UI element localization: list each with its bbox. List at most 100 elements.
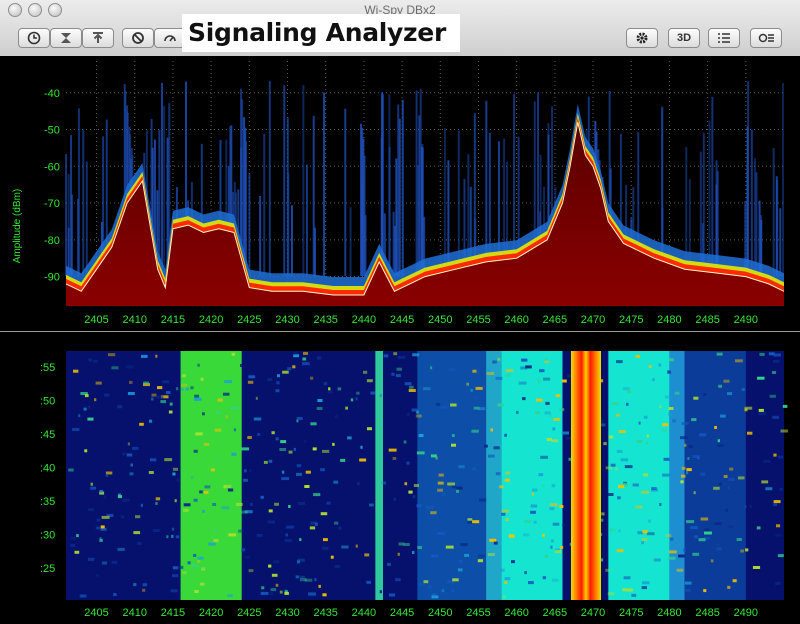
- waterfall-cell: [618, 529, 621, 533]
- waterfall-cell: [777, 554, 784, 558]
- x-tick-label: 2435: [313, 314, 337, 326]
- waterfall-cell: [700, 517, 709, 521]
- waterfall-cell: [616, 549, 624, 553]
- waterfall-cell: [288, 505, 291, 508]
- waterfall-cell: [553, 417, 561, 421]
- waterfall-cell: [172, 574, 179, 578]
- three-d-button[interactable]: 3D: [668, 28, 700, 48]
- waterfall-cell: [418, 582, 425, 586]
- waterfall-cell: [714, 522, 722, 526]
- waterfall-cell: [95, 526, 101, 530]
- waterfall-cell: [474, 396, 478, 400]
- gear-icon: [636, 32, 648, 44]
- waterfall-cell: [692, 455, 700, 459]
- y-tick-label: -60: [44, 161, 60, 173]
- waterfall-cell: [659, 503, 662, 506]
- waterfall-cell: [387, 562, 391, 566]
- export-button[interactable]: [82, 28, 114, 48]
- list-button[interactable]: [708, 28, 740, 48]
- stop-button[interactable]: [122, 28, 154, 48]
- waterfall-cell: [162, 380, 170, 384]
- waterfall-cell: [297, 502, 305, 505]
- waterfall-cell: [326, 501, 331, 505]
- waterfall-cell: [525, 365, 532, 369]
- waterfall-cell: [280, 440, 287, 444]
- waterfall-cell: [140, 503, 143, 507]
- waterfall-cell: [479, 498, 487, 502]
- waterfall-cell: [155, 497, 161, 501]
- waterfall-cell: [314, 522, 318, 526]
- waterfall-cell: [763, 459, 771, 463]
- waterfall-cell: [559, 505, 564, 508]
- settings-button[interactable]: [626, 28, 658, 48]
- waterfall-cell: [727, 486, 730, 490]
- waterfall-cell: [370, 391, 376, 395]
- waterfall-cell: [648, 519, 652, 523]
- waterfall-cell: [359, 458, 367, 462]
- adjust-icon: [758, 33, 774, 43]
- waterfall-cell: [725, 508, 729, 512]
- waterfall-cell: [458, 559, 463, 563]
- waterfall-cell: [458, 465, 465, 469]
- waterfall-cell: [284, 539, 293, 543]
- waterfall-cell: [194, 590, 199, 593]
- waterfall-cell: [552, 522, 560, 526]
- waterfall-y-tick-label: :40: [40, 463, 55, 475]
- waterfall-x-tick-label: 2435: [313, 607, 337, 619]
- waterfall-cell: [497, 357, 501, 361]
- waterfall-x-tick-label: 2480: [657, 607, 681, 619]
- waterfall-cell: [403, 543, 410, 546]
- waterfall-cell: [250, 502, 253, 506]
- waterfall-cell: [312, 447, 317, 451]
- waterfall-cell: [680, 436, 688, 440]
- waterfall-cell: [495, 472, 501, 476]
- waterfall-cell: [620, 458, 629, 462]
- waterfall-cell: [94, 398, 97, 402]
- waterfall-cell: [757, 376, 765, 380]
- waterfall-cell: [501, 512, 506, 516]
- waterfall-cell: [549, 503, 558, 507]
- waterfall-cell: [693, 396, 699, 400]
- waterfall-cell: [552, 427, 556, 431]
- waterfall-cell: [758, 412, 767, 416]
- clear-button[interactable]: [50, 28, 82, 48]
- waterfall-cell: [308, 592, 317, 596]
- clear-icon: [61, 33, 71, 43]
- waterfall-cell: [71, 536, 76, 540]
- adjust-button[interactable]: [750, 28, 782, 48]
- waterfall-cell: [505, 518, 509, 521]
- waterfall-cell: [773, 453, 777, 457]
- waterfall-cell: [638, 421, 641, 425]
- waterfall-y-tick-label: :35: [40, 496, 55, 508]
- waterfall-cell: [642, 581, 650, 585]
- waterfall-cell: [347, 436, 352, 440]
- waterfall-cell: [320, 512, 328, 516]
- waterfall-cell: [166, 535, 169, 539]
- waterfall-cell: [203, 442, 210, 446]
- waterfall-cell: [341, 545, 349, 549]
- waterfall-cell: [103, 495, 107, 499]
- waterfall-cell: [216, 411, 221, 415]
- waterfall-cell: [559, 408, 565, 412]
- waterfall-cell: [648, 365, 652, 368]
- waterfall-cell: [737, 476, 745, 480]
- waterfall-cell: [261, 586, 265, 590]
- waterfall-cell: [643, 473, 648, 477]
- waterfall-cell: [416, 451, 425, 455]
- waterfall-cell: [270, 588, 277, 592]
- waterfall-cell: [728, 525, 734, 529]
- waterfall-cell: [713, 486, 720, 490]
- waterfall-cell: [172, 566, 179, 570]
- waterfall-cell: [227, 594, 233, 598]
- waterfall-cell: [717, 439, 720, 443]
- waterfall-cell: [703, 392, 707, 396]
- history-button[interactable]: [18, 28, 50, 48]
- waterfall-cell: [197, 556, 204, 560]
- waterfall-cell: [149, 419, 153, 423]
- waterfall-cell: [412, 551, 415, 554]
- waterfall-cell: [99, 490, 103, 493]
- waterfall-cell: [747, 431, 753, 435]
- waterfall-cell: [773, 500, 781, 504]
- waterfall-cell: [212, 503, 217, 506]
- waterfall-cell: [635, 505, 643, 509]
